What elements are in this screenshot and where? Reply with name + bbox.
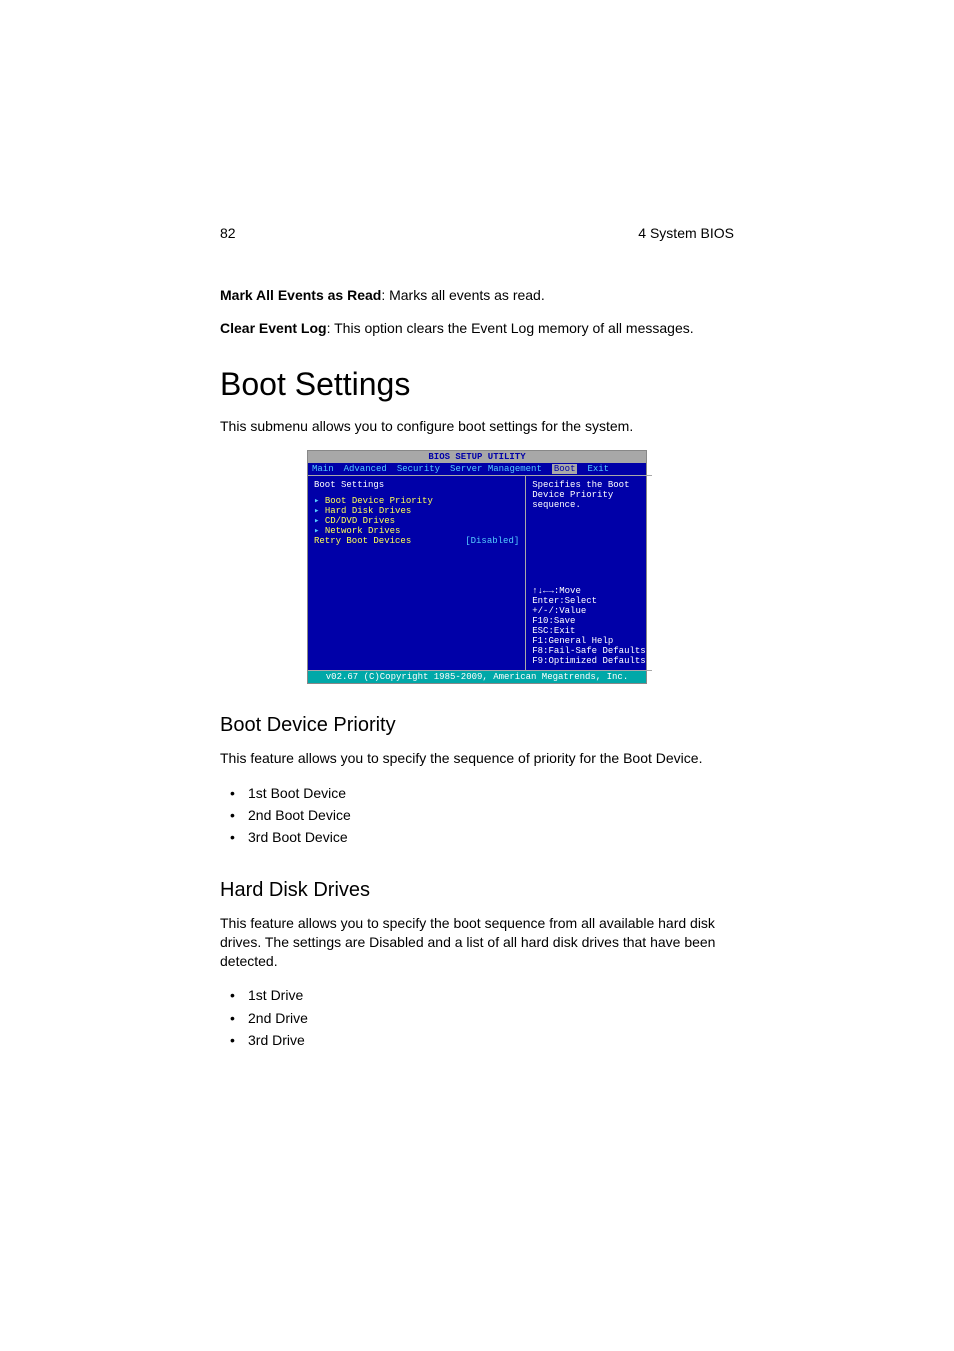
list-item: 3rd Drive [220, 1029, 734, 1051]
clear-log-bold: Clear Event Log [220, 320, 327, 336]
list-item: 3rd Boot Device [220, 826, 734, 848]
bios-item-network: ▸ Network Drives [314, 526, 519, 536]
boot-device-priority-title: Boot Device Priority [220, 714, 734, 737]
bios-key-help: ↑↓←→:Move Enter:Select +/-/:Value F10:Sa… [532, 586, 645, 666]
bios-menu-main: Main [312, 464, 334, 474]
boot-device-priority-intro: This feature allows you to specify the s… [220, 749, 734, 768]
mark-events-rest: : Marks all events as read. [381, 287, 544, 303]
clear-log-rest: : This option clears the Event Log memor… [327, 320, 694, 336]
bios-menu-advanced: Advanced [344, 464, 387, 474]
boot-device-priority-list: 1st Boot Device 2nd Boot Device 3rd Boot… [220, 782, 734, 849]
page-content: 82 4 System BIOS Mark All Events as Read… [0, 0, 954, 1052]
bios-title-bar: BIOS SETUP UTILITY [308, 451, 646, 463]
page-header: 82 4 System BIOS [220, 225, 734, 241]
bios-key-optimized: F9:Optimized Defaults [532, 656, 645, 666]
mark-events-bold: Mark All Events as Read [220, 287, 381, 303]
list-item: 1st Boot Device [220, 782, 734, 804]
bios-key-failsafe: F8:Fail-Safe Defaults [532, 646, 645, 656]
bios-item-boot-priority: ▸ Boot Device Priority [314, 496, 519, 506]
bios-key-save: F10:Save [532, 616, 645, 626]
boot-settings-title: Boot Settings [220, 366, 734, 403]
header-section: 4 System BIOS [638, 225, 734, 241]
page-number: 82 [220, 225, 236, 241]
bios-key-select: Enter:Select [532, 596, 645, 606]
bios-menu-server-management: Server Management [450, 464, 542, 474]
bios-item-cddvd: ▸ CD/DVD Drives [314, 516, 519, 526]
bios-help-text: Specifies the Boot Device Priority seque… [532, 480, 645, 510]
bios-screenshot: BIOS SETUP UTILITY Main Advanced Securit… [307, 450, 647, 684]
hard-disk-drives-intro: This feature allows you to specify the b… [220, 914, 734, 971]
bios-footer: v02.67 (C)Copyright 1985-2009, American … [308, 671, 646, 683]
bios-menu-bar: Main Advanced Security Server Management… [308, 463, 646, 475]
bios-body: Boot Settings ▸ Boot Device Priority ▸ H… [308, 475, 646, 671]
bios-key-help: F1:General Help [532, 636, 645, 646]
list-item: 1st Drive [220, 984, 734, 1006]
bios-key-move: ↑↓←→:Move [532, 586, 645, 596]
bios-key-value: +/-/:Value [532, 606, 645, 616]
bios-left-panel: Boot Settings ▸ Boot Device Priority ▸ H… [308, 475, 526, 671]
bios-left-heading: Boot Settings [314, 480, 519, 490]
list-item: 2nd Boot Device [220, 804, 734, 826]
boot-settings-intro: This submenu allows you to configure boo… [220, 417, 734, 436]
hard-disk-drives-list: 1st Drive 2nd Drive 3rd Drive [220, 984, 734, 1051]
list-item: 2nd Drive [220, 1007, 734, 1029]
clear-log-paragraph: Clear Event Log: This option clears the … [220, 319, 734, 338]
bios-menu-boot: Boot [552, 464, 578, 474]
mark-events-paragraph: Mark All Events as Read: Marks all event… [220, 286, 734, 305]
bios-menu-exit: Exit [587, 464, 609, 474]
bios-right-panel: Specifies the Boot Device Priority seque… [526, 475, 651, 671]
bios-item-hdd: ▸ Hard Disk Drives [314, 506, 519, 516]
bios-menu-security: Security [397, 464, 440, 474]
bios-item-retry: Retry Boot Devices [Disabled] [314, 536, 519, 546]
bios-key-exit: ESC:Exit [532, 626, 645, 636]
hard-disk-drives-title: Hard Disk Drives [220, 879, 734, 902]
